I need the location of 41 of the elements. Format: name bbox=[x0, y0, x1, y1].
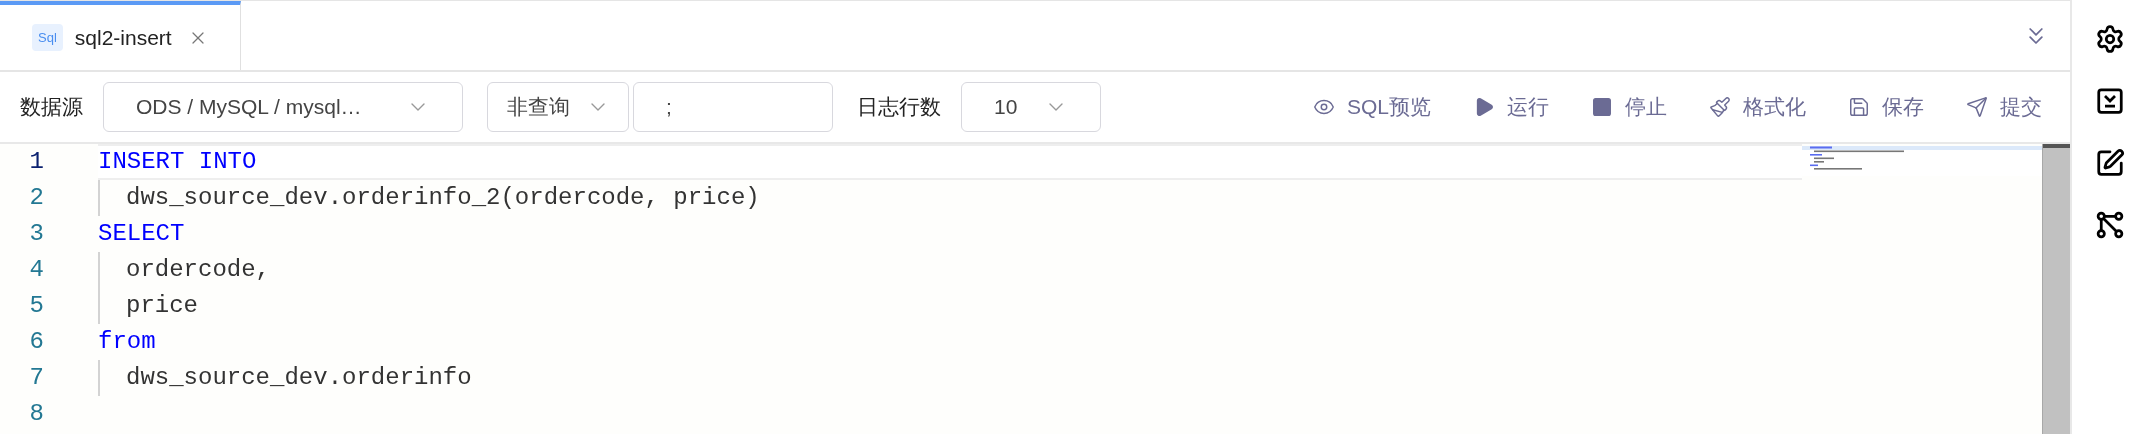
settings-icon[interactable] bbox=[2095, 24, 2125, 54]
toolbar-action[interactable]: 保存 bbox=[1848, 91, 1924, 123]
code-text: SELECT bbox=[98, 219, 185, 249]
graph-icon[interactable] bbox=[2095, 210, 2125, 240]
log-rows-label: 日志行数 bbox=[857, 94, 941, 121]
toolbar-action[interactable]: SQL预览 bbox=[1312, 91, 1431, 123]
line-number: 7 bbox=[28, 363, 44, 393]
tab-label: sql2-insert bbox=[74, 24, 172, 51]
toolbar-action[interactable]: 格式化 bbox=[1709, 91, 1806, 123]
line-number: 2 bbox=[28, 183, 44, 213]
query-type-select[interactable]: 非查询 bbox=[487, 82, 629, 132]
code-text: ordercode, bbox=[126, 255, 271, 285]
indent-guide bbox=[98, 360, 100, 396]
toolbar-action[interactable]: 提交 bbox=[1966, 91, 2042, 123]
line-number: 4 bbox=[28, 255, 44, 285]
delimiter-field[interactable]: ; bbox=[633, 82, 833, 132]
edit-icon[interactable] bbox=[2095, 148, 2125, 178]
code-text: dws_source_dev.orderinfo_2(ordercode, price) bbox=[126, 183, 760, 213]
sql-file-badge: Sql bbox=[32, 23, 63, 52]
code-text: dws_source_dev.orderinfo bbox=[126, 363, 472, 393]
line-number: 3 bbox=[28, 219, 44, 249]
indent-guide bbox=[98, 180, 100, 216]
brush-icon bbox=[1709, 96, 1731, 118]
datasource-label: 数据源 bbox=[20, 94, 83, 121]
save-icon bbox=[1848, 96, 1870, 118]
line-number: 5 bbox=[28, 291, 44, 321]
line-number: 8 bbox=[28, 399, 44, 429]
code-text: price bbox=[126, 291, 198, 321]
log-rows-select[interactable]: 10 bbox=[961, 82, 1101, 132]
download-icon[interactable] bbox=[2095, 86, 2125, 116]
line-number: 6 bbox=[28, 327, 44, 357]
datasource-select[interactable]: ODS / MySQL / mysql… bbox=[103, 82, 463, 132]
stop-icon bbox=[1591, 96, 1613, 118]
scrollbar-thumb[interactable] bbox=[2043, 144, 2070, 148]
code-text: from bbox=[98, 327, 156, 357]
editor-tab[interactable]: Sql sql2-insert bbox=[0, 1, 241, 70]
toolbar-action[interactable]: 运行 bbox=[1473, 91, 1549, 123]
line-number: 1 bbox=[28, 147, 44, 177]
toolbar-action[interactable]: 停止 bbox=[1591, 91, 1667, 123]
code-text: INSERT INTO bbox=[98, 147, 257, 177]
send-icon bbox=[1966, 96, 1988, 118]
